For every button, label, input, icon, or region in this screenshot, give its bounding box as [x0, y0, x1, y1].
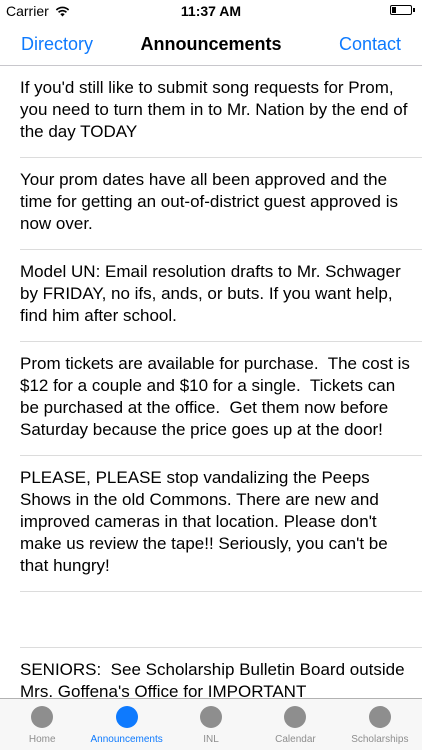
announcement-item[interactable]: SENIORS: See Scholarship Bulletin Board …	[20, 648, 422, 698]
announcement-item[interactable]	[20, 592, 422, 648]
navigation-bar: Directory Announcements Contact	[0, 22, 422, 66]
announcement-item[interactable]: Your prom dates have all been approved a…	[20, 158, 422, 250]
contact-button[interactable]: Contact	[339, 34, 401, 55]
tab-scholarships[interactable]: Scholarships	[338, 699, 422, 750]
tab-home[interactable]: Home	[0, 699, 84, 750]
announcements-icon	[115, 706, 138, 728]
calendar-icon	[284, 706, 307, 728]
tab-label: Announcements	[90, 734, 163, 745]
scholarships-icon	[368, 706, 391, 728]
tab-announcements[interactable]: Announcements	[84, 699, 168, 750]
inl-icon	[200, 706, 223, 728]
tab-label: Calendar	[275, 734, 316, 745]
status-time: 11:37 AM	[180, 3, 242, 19]
announcement-list[interactable]: If you'd still like to submit song reque…	[0, 66, 422, 698]
tab-label: Scholarships	[351, 734, 409, 745]
tab-bar: Home Announcements INL Calendar Scholars…	[0, 698, 422, 750]
tab-calendar[interactable]: Calendar	[253, 699, 337, 750]
announcement-item[interactable]: If you'd still like to submit song reque…	[20, 66, 422, 158]
battery-icon	[390, 5, 415, 15]
tab-inl[interactable]: INL	[169, 699, 253, 750]
tab-label: INL	[203, 734, 219, 745]
tab-label: Home	[28, 734, 56, 745]
announcement-item[interactable]: Prom tickets are available for purchase.…	[20, 342, 422, 456]
announcement-item[interactable]: Model UN: Email resolution drafts to Mr.…	[20, 250, 422, 342]
home-icon	[31, 706, 54, 728]
announcement-item[interactable]: PLEASE, PLEASE stop vandalizing the Peep…	[20, 456, 422, 592]
status-bar: Carrier 11:37 AM	[0, 0, 422, 22]
